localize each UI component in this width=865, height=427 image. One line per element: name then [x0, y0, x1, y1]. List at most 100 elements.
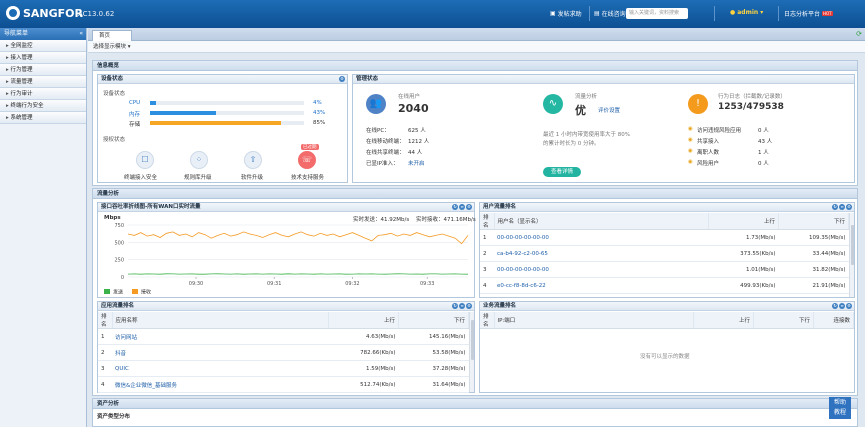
nav-item-global-monitor[interactable]: 全网监控: [0, 40, 86, 52]
refresh-icon[interactable]: ↻: [832, 204, 838, 210]
link-icon[interactable]: ∞: [839, 204, 845, 210]
refresh-icon[interactable]: ↻: [832, 303, 838, 309]
stat-ip-value[interactable]: 未开启: [408, 159, 425, 167]
tab-home[interactable]: 首页: [92, 30, 132, 41]
user-link[interactable]: 00-00-00-00-00-00: [497, 267, 549, 273]
view-details-button[interactable]: 查看详情: [543, 167, 581, 177]
behavior-log-label: 行为日志（拦截数/记录数）: [718, 94, 786, 100]
stat-pc-value: 625 人: [408, 128, 426, 134]
refresh-icon[interactable]: ↻: [452, 303, 458, 309]
table-header: 排名 应用名称 上行 下行: [98, 312, 469, 329]
rule-update-icon[interactable]: ⁘: [190, 151, 208, 169]
license-software: 软件升级: [241, 175, 264, 181]
empty-message: 没有可以显示的数据: [640, 354, 690, 360]
post-icon: ▣: [550, 10, 556, 17]
nav-item-terminal-security[interactable]: 终端行为安全: [0, 100, 86, 112]
refresh-icon[interactable]: ⟳: [856, 30, 862, 38]
link-icon[interactable]: ∞: [839, 303, 845, 309]
license-label: 授权状态: [103, 137, 126, 143]
col-rank[interactable]: 排名: [480, 213, 495, 230]
log-platform-link[interactable]: 日志分析平台 HOT: [784, 9, 833, 18]
app-link[interactable]: 访问网站: [115, 335, 137, 341]
user-icon: ●: [730, 9, 736, 16]
rating-settings-link[interactable]: 评价设置: [598, 106, 620, 114]
legend-send-label: 发送: [113, 289, 123, 296]
tech-support-icon[interactable]: ☏: [298, 151, 316, 169]
user-link[interactable]: ca-b4-92-c2-00-65: [497, 251, 548, 257]
col-up[interactable]: 上行: [328, 312, 399, 329]
software-upgrade-icon[interactable]: ⇧: [244, 151, 262, 169]
col-down[interactable]: 下行: [398, 312, 469, 329]
settings-icon[interactable]: ⚙: [466, 204, 472, 210]
scroll-thumb[interactable]: [471, 320, 474, 360]
app-link[interactable]: QUIC: [115, 366, 129, 372]
settings-icon[interactable]: ⚙: [846, 204, 852, 210]
nav-item-traffic[interactable]: 流量管理: [0, 76, 86, 88]
refresh-icon[interactable]: ↻: [452, 204, 458, 210]
nav-item-behavior[interactable]: 行为管理: [0, 64, 86, 76]
col-up[interactable]: 上行: [693, 312, 754, 329]
cpu-bar-fill: [150, 101, 156, 105]
link-icon[interactable]: ∞: [459, 303, 465, 309]
log-risk-user-key: 风险用户: [697, 161, 720, 167]
nav-item-access[interactable]: 接入管理: [0, 52, 86, 64]
chat-icon: ▤: [594, 10, 600, 17]
user-menu[interactable]: ● admin ▾: [730, 9, 763, 16]
log-shared-value: 43 人: [758, 139, 773, 145]
user-rank-scrollbar[interactable]: [849, 213, 854, 297]
biz-rank-title: 业务流量排名 ↻ ∞ ⚙: [480, 302, 854, 311]
header-divider: [714, 6, 715, 21]
col-user[interactable]: 用户名（显示名）: [494, 213, 709, 230]
col-up[interactable]: 上行: [708, 213, 779, 230]
resource-label: 设备状态: [103, 91, 126, 97]
throughput-panel: 接口吞吐率折线图-所有WAN口实时流量 ↻ ∞ ⚙ Mbps 实时发送：41.92Mb…: [97, 202, 476, 298]
y-tick-label: 0: [121, 275, 124, 281]
module-select[interactable]: 选择显示模块 ▾: [88, 41, 865, 53]
traffic-section: 流量分析 接口吞吐率折线图-所有WAN口实时流量 ↻ ∞ ⚙ Mbps 实时发送：41…: [92, 188, 858, 396]
log-resign-value: 1 人: [758, 150, 769, 156]
settings-icon[interactable]: ⚙: [846, 303, 852, 309]
col-rank[interactable]: 排名: [480, 312, 495, 329]
app-rank-scrollbar[interactable]: [469, 312, 474, 392]
traffic-title: 流量分析: [93, 189, 857, 199]
collapse-icon[interactable]: «: [79, 28, 83, 40]
scroll-thumb[interactable]: [851, 225, 854, 265]
table-header: 排名 用户名（显示名） 上行 下行: [480, 213, 849, 230]
biz-rank-table-wrap: 排名 IP:端口 上行 下行 连接数: [480, 312, 854, 329]
user-rank-table-wrap: 排名 用户名（显示名） 上行 下行 1 00-00-00-00-00-00 1.73…: [480, 213, 849, 294]
online-consult-link[interactable]: ▤ 在线咨询: [594, 9, 626, 18]
y-tick-label: 750: [114, 223, 124, 229]
mem-value: 43%: [313, 110, 326, 116]
settings-icon[interactable]: ⚙: [339, 76, 345, 82]
doc-search-input[interactable]: 输入关键词，资料搜索: [626, 8, 688, 19]
col-down[interactable]: 下行: [778, 213, 849, 230]
cpu-label: CPU: [129, 100, 141, 106]
help-label: 帮助: [833, 399, 846, 406]
endpoint-security-icon[interactable]: ☐: [136, 151, 154, 169]
cpu-value: 4%: [313, 100, 322, 106]
license-rules: 规则库升级: [184, 175, 212, 181]
link-icon[interactable]: ∞: [459, 204, 465, 210]
mem-bar-fill: [150, 111, 216, 115]
post-help-link[interactable]: ▣ 发帖求助: [550, 9, 582, 18]
user-link[interactable]: 00-00-00-00-00-00: [497, 235, 549, 241]
expired-badge: 已过期: [301, 144, 319, 150]
user-link[interactable]: e0-cc-f8-8d-c6-22: [497, 283, 546, 289]
y-tick-label: 500: [114, 240, 124, 246]
nav-item-system[interactable]: 系统管理: [0, 112, 86, 124]
app-link[interactable]: 抖音: [115, 351, 126, 357]
col-ip-port[interactable]: IP:端口: [494, 312, 694, 329]
app-link[interactable]: 微信&企业微信_基础服务: [115, 383, 177, 389]
col-app[interactable]: 应用名称: [112, 312, 329, 329]
overview-section: 信息概览 设备状态 ⚙ 设备状态 CPU 4% 内存 43% 存储 85% 授权状…: [92, 60, 858, 186]
nav-item-audit[interactable]: 行为审计: [0, 88, 86, 100]
col-rank[interactable]: 排名: [98, 312, 113, 329]
settings-icon[interactable]: ⚙: [466, 303, 472, 309]
col-down[interactable]: 下行: [753, 312, 814, 329]
help-tutorial-button[interactable]: 帮助 教程: [829, 397, 851, 419]
x-tick-label: 09:33: [420, 281, 434, 287]
log-risk-app-value: 0 人: [758, 128, 769, 134]
device-status-panel: 设备状态 ⚙ 设备状态 CPU 4% 内存 43% 存储 85% 授权状态 ☐ 终…: [97, 74, 348, 183]
biz-rank-panel: 业务流量排名 ↻ ∞ ⚙ 排名 IP:端口 上行 下行 连接数 没有可以显示的数据: [479, 301, 855, 393]
col-conn[interactable]: 连接数: [813, 312, 854, 329]
